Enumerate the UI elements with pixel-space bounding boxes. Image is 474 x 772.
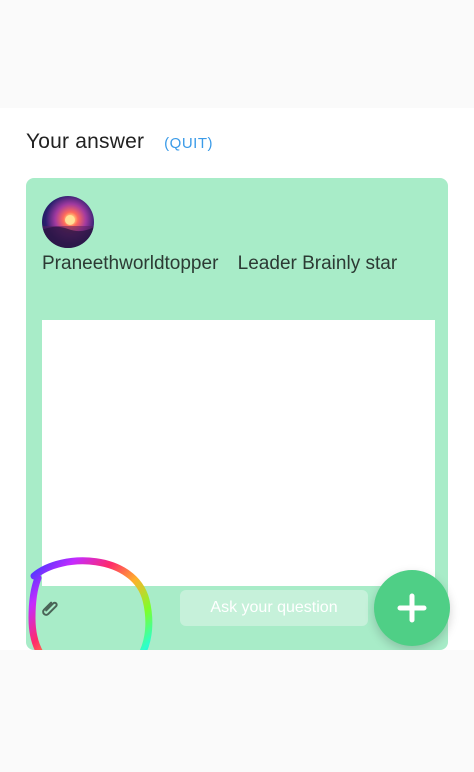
plus-icon — [397, 593, 427, 623]
paperclip-icon — [42, 601, 58, 616]
ask-question-button[interactable]: Ask your question — [180, 590, 368, 626]
answer-card: Praneethworldtopper Leader Brainly star — [26, 178, 448, 650]
user-info: Praneethworldtopper Leader Brainly star — [42, 250, 434, 277]
add-button[interactable] — [374, 570, 450, 646]
answer-title: Your answer — [26, 130, 145, 153]
user-name[interactable]: Praneethworldtopper — [42, 253, 218, 274]
attach-button[interactable] — [33, 593, 65, 625]
top-blank-area — [0, 0, 474, 108]
answer-header: Your answer (QUIT) — [26, 130, 213, 154]
avatar[interactable] — [42, 196, 94, 248]
user-rank: Leader Brainly star — [237, 253, 398, 274]
answer-editor[interactable] — [42, 320, 435, 586]
bottom-blank-area — [0, 650, 474, 772]
quit-link[interactable]: (QUIT) — [164, 135, 213, 152]
